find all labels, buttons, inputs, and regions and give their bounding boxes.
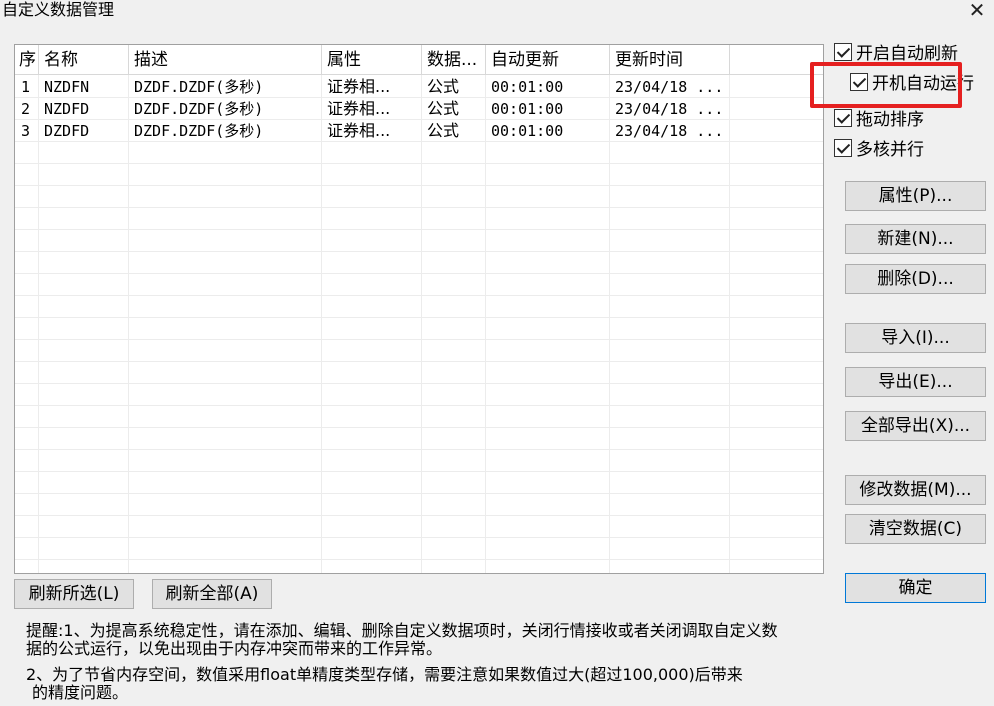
grid-line: [15, 537, 823, 538]
grid-line: [15, 317, 823, 318]
multicore-checkbox[interactable]: 多核并行: [834, 138, 924, 162]
window-title: 自定义数据管理: [2, 0, 115, 19]
ok-button[interactable]: 确定: [845, 573, 986, 603]
cell-data: 公式: [427, 99, 460, 118]
cell-update-time: 23/04/18 ...: [615, 100, 724, 118]
grid-line: [15, 449, 823, 450]
refresh-all-button[interactable]: 刷新全部(A): [152, 579, 272, 609]
cell-auto-update: 00:01:00: [491, 100, 564, 118]
cell-index: 3: [21, 122, 31, 140]
refresh-selected-button[interactable]: 刷新所选(L): [14, 579, 134, 609]
grid-line: [15, 427, 823, 428]
cell-name: DZDFD: [44, 122, 90, 140]
drag-sort-checkbox[interactable]: 拖动排序: [834, 108, 924, 132]
cell-name: NZDFD: [44, 100, 90, 118]
grid-line: [421, 75, 422, 573]
grid-line: [15, 471, 823, 472]
auto-refresh-checkbox[interactable]: 开启自动刷新: [834, 42, 958, 66]
grid-line: [321, 75, 322, 573]
cell-attr: 证券相...: [327, 77, 391, 96]
grid-line: [15, 515, 823, 516]
grid-line: [15, 163, 823, 164]
grid-line: [15, 383, 823, 384]
cell-update-time: 23/04/18 ...: [615, 122, 724, 140]
grid-line: [15, 185, 823, 186]
col-header-auto-update[interactable]: 自动更新: [486, 45, 610, 75]
table-row[interactable]: 1 NZDFN DZDF.DZDF(多秒) 证券相... 公式 00:01:00…: [15, 76, 823, 98]
import-button[interactable]: 导入(I)...: [845, 323, 986, 353]
col-header-name[interactable]: 名称: [39, 45, 129, 75]
grid-line: [609, 75, 610, 573]
grid-line: [15, 273, 823, 274]
checkbox-checked-icon[interactable]: [834, 109, 852, 127]
note-line-2: 据的公式运行，以免出现由于内存冲突而带来的工作异常。: [26, 639, 443, 658]
note-line-3: 2、为了节省内存空间，数值采用float单精度类型存储，需要注意如果数值过大(超…: [26, 665, 743, 684]
note-line-4: 的精度问题。: [32, 683, 129, 702]
cell-data: 公式: [427, 121, 460, 140]
cell-desc: DZDF.DZDF(多秒): [134, 122, 264, 140]
col-header-index[interactable]: 序: [15, 45, 39, 75]
cell-update-time: 23/04/18 ...: [615, 78, 724, 96]
export-all-button[interactable]: 全部导出(X)...: [845, 411, 986, 441]
grid-line: [128, 75, 129, 573]
cell-attr: 证券相...: [327, 99, 391, 118]
col-header-data[interactable]: 数据...: [422, 45, 486, 75]
clear-data-button[interactable]: 清空数据(C): [845, 514, 986, 544]
grid-line: [15, 405, 823, 406]
drag-sort-label: 拖动排序: [856, 110, 924, 130]
grid-line: [729, 75, 730, 573]
col-header-attr[interactable]: 属性: [322, 45, 422, 75]
grid-line: [15, 339, 823, 340]
startup-run-label: 开机自动运行: [872, 74, 974, 94]
new-button[interactable]: 新建(N)...: [845, 224, 986, 254]
multicore-label: 多核并行: [856, 140, 924, 160]
modify-data-button[interactable]: 修改数据(M)...: [845, 475, 986, 505]
data-table[interactable]: 序 名称 描述 属性 数据... 自动更新 更新时间 1 NZDFN DZDF.…: [14, 44, 824, 574]
grid-line: [15, 229, 823, 230]
cell-index: 2: [21, 100, 31, 118]
cell-name: NZDFN: [44, 78, 90, 96]
cell-attr: 证券相...: [327, 121, 391, 140]
checkbox-checked-icon[interactable]: [834, 139, 852, 157]
properties-button[interactable]: 属性(P)...: [845, 181, 986, 211]
auto-refresh-label: 开启自动刷新: [856, 44, 958, 64]
export-button[interactable]: 导出(E)...: [845, 367, 986, 397]
cell-desc: DZDF.DZDF(多秒): [134, 78, 264, 96]
col-header-update-time[interactable]: 更新时间: [610, 45, 730, 75]
note-line-1: 提醒:1、为提高系统稳定性，请在添加、编辑、删除自定义数据项时，关闭行情接收或者…: [26, 621, 778, 640]
table-header: 序 名称 描述 属性 数据... 自动更新 更新时间: [15, 45, 823, 75]
delete-button[interactable]: 删除(D)...: [845, 264, 986, 294]
table-row[interactable]: 2 NZDFD DZDF.DZDF(多秒) 证券相... 公式 00:01:00…: [15, 98, 823, 120]
grid-line: [15, 295, 823, 296]
cell-data: 公式: [427, 77, 460, 96]
startup-run-checkbox[interactable]: 开机自动运行: [850, 72, 974, 96]
cell-auto-update: 00:01:00: [491, 78, 564, 96]
cell-auto-update: 00:01:00: [491, 122, 564, 140]
cell-index: 1: [21, 78, 31, 96]
grid-line: [15, 207, 823, 208]
checkbox-checked-icon[interactable]: [850, 73, 868, 91]
table-row[interactable]: 3 DZDFD DZDF.DZDF(多秒) 证券相... 公式 00:01:00…: [15, 120, 823, 142]
checkbox-checked-icon[interactable]: [834, 43, 852, 61]
grid-line: [485, 75, 486, 573]
grid-line: [15, 251, 823, 252]
grid-line: [38, 75, 39, 573]
col-header-desc[interactable]: 描述: [129, 45, 322, 75]
grid-line: [15, 493, 823, 494]
grid-line: [15, 559, 823, 560]
cell-desc: DZDF.DZDF(多秒): [134, 100, 264, 118]
grid-line: [15, 361, 823, 362]
close-icon[interactable]: ✕: [962, 0, 992, 22]
